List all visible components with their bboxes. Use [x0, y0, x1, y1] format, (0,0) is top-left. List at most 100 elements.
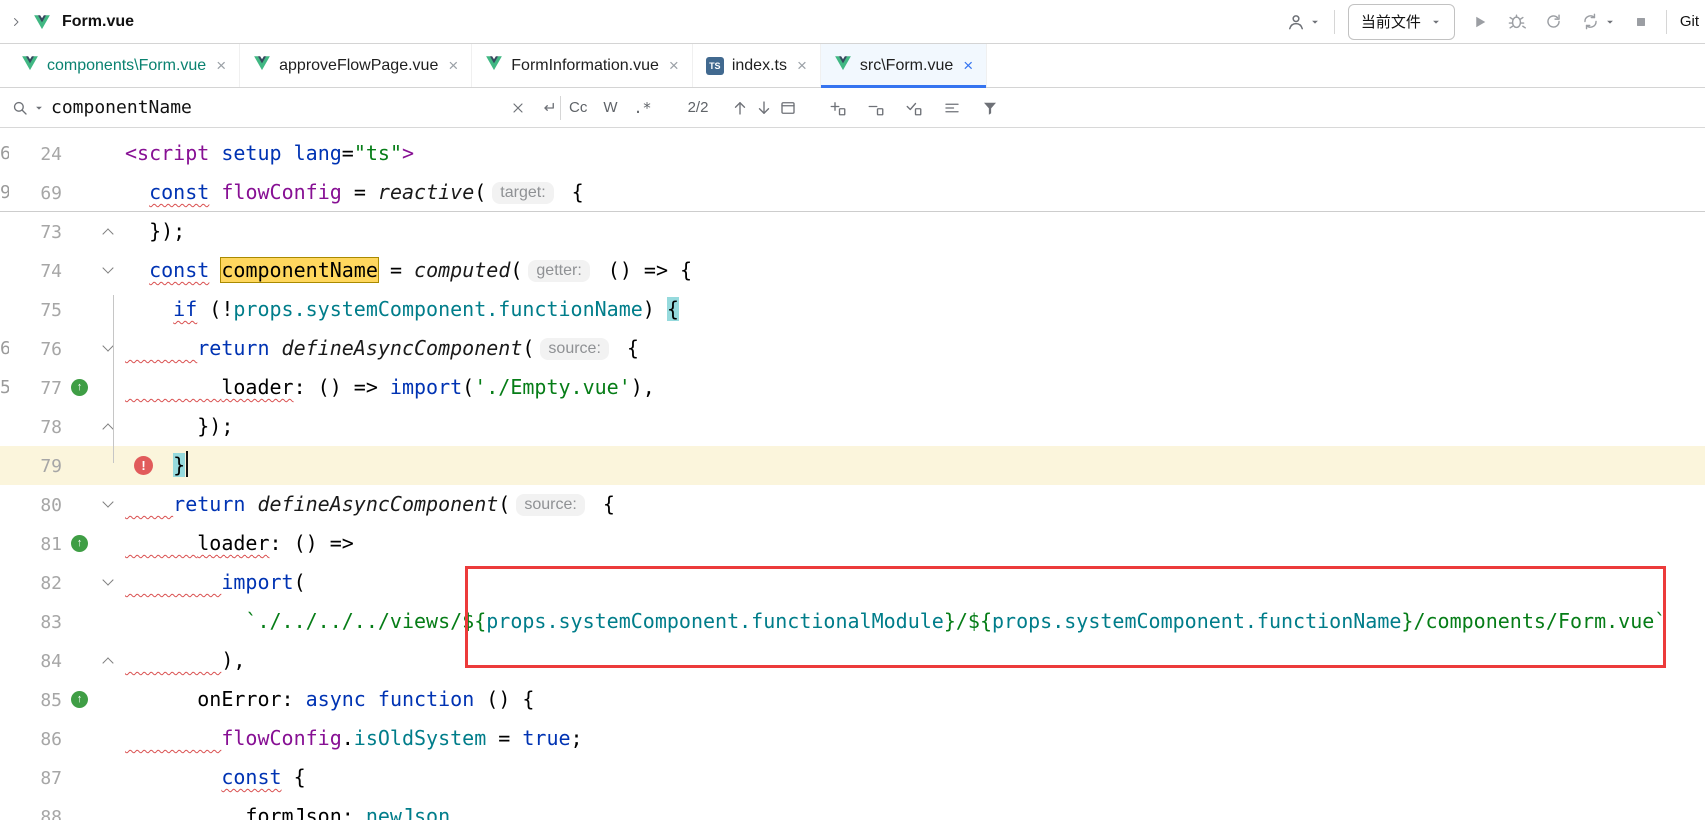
code-text[interactable]: onError: async function () { — [125, 680, 1705, 719]
gutter[interactable]: 74 — [0, 251, 125, 290]
editor-tab[interactable]: src\Form.vue× — [821, 44, 987, 87]
select-all-occurrences-icon[interactable] — [902, 96, 926, 120]
run-config-button[interactable]: 当前文件 — [1348, 4, 1455, 40]
gutter[interactable]: 84 — [0, 641, 125, 680]
line-number[interactable]: 88 — [0, 798, 62, 820]
chevron-right-icon[interactable] — [10, 10, 22, 34]
gutter-marker-icon[interactable]: ↑ — [71, 691, 88, 708]
gutter[interactable]: 80 — [0, 485, 125, 524]
editor-tab[interactable]: FormInformation.vue× — [472, 44, 693, 87]
gutter[interactable]: 73 — [0, 212, 125, 251]
fold-collapse-icon[interactable] — [102, 574, 113, 585]
code-text[interactable]: `./../../../views/${props.systemComponen… — [125, 602, 1705, 641]
remove-occurrence-icon[interactable] — [864, 96, 888, 120]
code-text[interactable]: <script setup lang="ts"> — [125, 134, 1705, 173]
code-text[interactable]: const { — [125, 758, 1705, 797]
line-number[interactable]: 74 — [0, 252, 62, 291]
error-icon[interactable]: ! — [134, 456, 153, 475]
filter-icon[interactable] — [978, 96, 1002, 120]
search-input[interactable] — [51, 97, 500, 118]
fold-collapse-icon[interactable] — [102, 262, 113, 273]
gutter-marker-icon[interactable]: ↑ — [71, 535, 88, 552]
fold-collapse-icon[interactable] — [102, 340, 113, 351]
gutter[interactable]: 69 — [0, 173, 125, 211]
code-text[interactable]: return defineAsyncComponent(source: { — [125, 485, 1705, 524]
fold-expand-icon[interactable] — [102, 423, 113, 434]
editor-tab[interactable]: TSindex.ts× — [693, 44, 821, 87]
code-text[interactable]: return defineAsyncComponent(source: { — [125, 329, 1705, 368]
code-text[interactable]: loader: () => import('./Empty.vue'), — [125, 368, 1705, 407]
add-occurrence-icon[interactable] — [826, 96, 850, 120]
line-number[interactable]: 80 — [0, 486, 62, 525]
gutter[interactable]: 88 — [0, 797, 125, 820]
line-number[interactable]: 86 — [0, 720, 62, 759]
line-number[interactable]: 75 — [0, 291, 62, 330]
debug-button[interactable] — [1505, 10, 1529, 34]
gutter[interactable]: 75 — [0, 290, 125, 329]
code-text[interactable]: } — [125, 446, 1705, 485]
coverage-icon[interactable] — [1542, 10, 1566, 34]
editor-tab[interactable]: components\Form.vue× — [8, 44, 240, 87]
code-text[interactable]: }); — [125, 407, 1705, 446]
newline-icon[interactable] — [536, 96, 560, 120]
fold-expand-icon[interactable] — [102, 657, 113, 668]
line-number[interactable]: 24 — [0, 135, 62, 174]
open-in-find-window-icon[interactable] — [776, 96, 800, 120]
gutter[interactable]: 81 ↑ — [0, 524, 125, 563]
line-number[interactable]: 84 — [0, 642, 62, 681]
line-number[interactable]: 83 — [0, 603, 62, 642]
code-text[interactable]: const componentName = computed(getter: (… — [125, 251, 1705, 290]
match-case-toggle[interactable]: Cc — [561, 95, 595, 120]
git-widget[interactable]: Git — [1680, 13, 1699, 30]
line-number[interactable]: 73 — [0, 213, 62, 252]
code-text[interactable]: loader: () => — [125, 524, 1705, 563]
search-history-widget[interactable] — [8, 96, 45, 120]
gutter[interactable]: 82 — [0, 563, 125, 602]
gutter[interactable]: 87 — [0, 758, 125, 797]
sync-widget[interactable] — [1579, 10, 1616, 34]
gutter[interactable]: 78 — [0, 407, 125, 446]
line-number[interactable]: 77 — [0, 369, 62, 408]
code-text[interactable]: }); — [125, 212, 1705, 251]
code-text[interactable]: flowConfig.isOldSystem = true; — [125, 719, 1705, 758]
line-number[interactable]: 82 — [0, 564, 62, 603]
search-options-icon[interactable] — [940, 96, 964, 120]
words-toggle[interactable]: W — [595, 95, 625, 120]
gutter[interactable]: 77 ↑ — [0, 368, 125, 407]
gutter[interactable]: 24 — [0, 134, 125, 173]
line-number[interactable]: 81 — [0, 525, 62, 564]
gutter[interactable]: 86 — [0, 719, 125, 758]
stop-button[interactable] — [1629, 10, 1653, 34]
fold-expand-icon[interactable] — [102, 228, 113, 239]
code-text[interactable]: const flowConfig = reactive(target: { — [125, 173, 1705, 211]
user-widget[interactable] — [1284, 10, 1321, 34]
previous-occurrence-icon[interactable] — [728, 96, 752, 120]
gutter[interactable]: 83 — [0, 602, 125, 641]
tab-close-icon[interactable]: × — [797, 57, 807, 74]
clear-search-icon[interactable] — [506, 96, 530, 120]
tab-close-icon[interactable]: × — [216, 57, 226, 74]
line-number[interactable]: 78 — [0, 408, 62, 447]
tab-close-icon[interactable]: × — [669, 57, 679, 74]
code-text[interactable]: import( — [125, 563, 1705, 602]
gutter[interactable]: 85 ↑ — [0, 680, 125, 719]
gutter[interactable]: 79 — [0, 446, 125, 485]
line-number[interactable]: 76 — [0, 330, 62, 369]
editor-tab[interactable]: approveFlowPage.vue× — [240, 44, 472, 87]
line-number[interactable]: 85 — [0, 681, 62, 720]
line-number[interactable]: 87 — [0, 759, 62, 798]
gutter[interactable]: 76 — [0, 329, 125, 368]
tab-close-icon[interactable]: × — [963, 57, 973, 74]
code-text[interactable]: if (!props.systemComponent.functionName)… — [125, 290, 1705, 329]
tab-close-icon[interactable]: × — [448, 57, 458, 74]
code-text[interactable]: ), — [125, 641, 1705, 680]
code-editor[interactable]: 24 <script setup lang="ts"> 69 const flowC… — [0, 129, 1705, 820]
line-number[interactable]: 69 — [0, 174, 62, 213]
next-occurrence-icon[interactable] — [752, 96, 776, 120]
fold-collapse-icon[interactable] — [102, 496, 113, 507]
gutter-marker-icon[interactable]: ↑ — [71, 379, 88, 396]
line-number[interactable]: 79 — [0, 447, 62, 486]
regex-toggle[interactable]: .* — [626, 95, 660, 121]
code-text[interactable]: formJson: newJson, — [125, 797, 1705, 820]
run-button[interactable] — [1468, 10, 1492, 34]
